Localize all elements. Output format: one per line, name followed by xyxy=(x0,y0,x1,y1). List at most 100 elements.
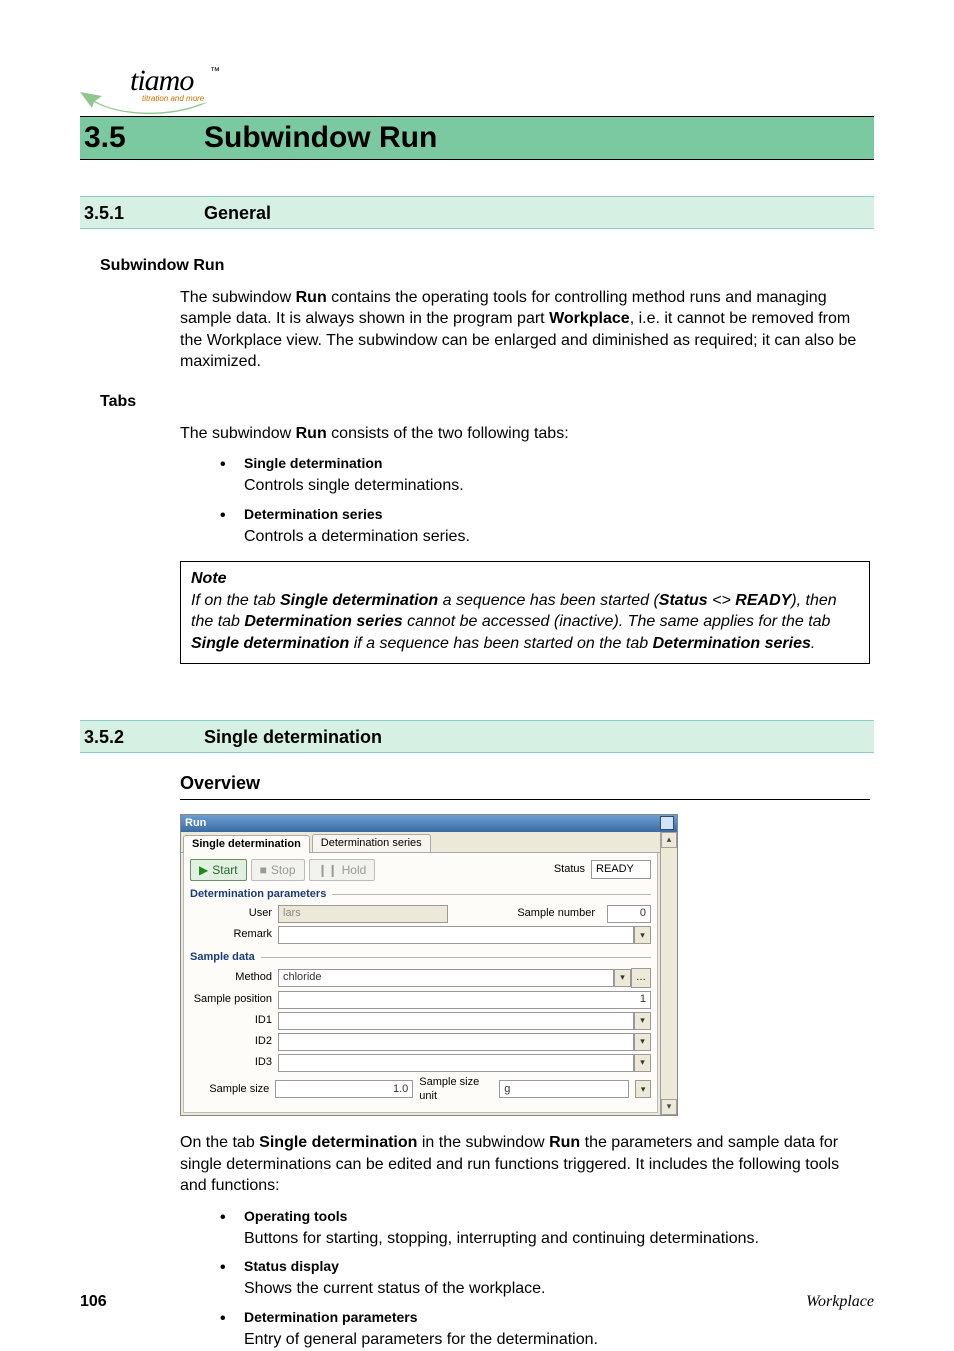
chapter-title: Subwindow Run xyxy=(204,121,437,155)
chapter-number: 3.5 xyxy=(80,121,204,155)
tab-single-determination[interactable]: Single determination xyxy=(183,835,310,853)
page-footer: 106 Workplace xyxy=(80,1293,874,1311)
bullet-mark: • xyxy=(220,505,244,547)
paragraph: On the tab Single determination in the s… xyxy=(180,1132,870,1197)
footer-workplace: Workplace xyxy=(806,1293,874,1311)
tabs-bullet-list: • Single determination Controls single d… xyxy=(220,454,870,547)
hold-button-label: Hold xyxy=(342,862,367,878)
logo-text: tiamo xyxy=(130,64,193,98)
status-label: Status xyxy=(554,862,585,877)
remark-field[interactable] xyxy=(278,926,634,944)
bullet-title: Single determination xyxy=(244,454,870,473)
scroll-down-icon[interactable]: ▾ xyxy=(661,1099,677,1115)
bullet-item: • Operating tools Buttons for starting, … xyxy=(220,1207,870,1249)
bullet-title: Operating tools xyxy=(244,1207,870,1226)
run-bold: Run xyxy=(296,289,327,306)
section1-content: Subwindow Run The subwindow Run contains… xyxy=(180,255,870,664)
note-body: If on the tab Single determination a seq… xyxy=(191,590,859,655)
chapter-heading: 3.5 Subwindow Run xyxy=(80,116,874,160)
logo-subtitle: titration and more xyxy=(142,94,204,103)
window-titlebar: Run xyxy=(181,815,677,832)
vertical-scrollbar[interactable]: ▴ ▾ xyxy=(661,832,677,1115)
remark-label: Remark xyxy=(190,927,278,942)
page-number: 106 xyxy=(80,1293,107,1311)
heading-tabs: Tabs xyxy=(100,391,870,413)
group-determination-parameters: Determination parameters xyxy=(190,887,651,902)
bullet-mark: • xyxy=(220,1308,244,1350)
note-box: Note If on the tab Single determination … xyxy=(180,561,870,663)
bullet-item: • Single determination Controls single d… xyxy=(220,454,870,496)
bullet-desc: Entry of general parameters for the dete… xyxy=(244,1329,870,1351)
brand-logo: tiamo ™ titration and more xyxy=(80,60,220,110)
status-value: READY xyxy=(591,860,651,879)
method-field[interactable]: chloride xyxy=(278,969,614,987)
id2-label: ID2 xyxy=(190,1034,278,1049)
bullet-title: Status display xyxy=(244,1257,870,1276)
sample-position-field[interactable]: 1 xyxy=(278,991,651,1009)
bullet-desc: Buttons for starting, stopping, interrup… xyxy=(244,1228,870,1250)
text: consists of the two following tabs: xyxy=(327,425,569,442)
logo-trademark: ™ xyxy=(210,66,220,77)
sample-size-unit-label: Sample size unit xyxy=(419,1075,493,1105)
section-heading-single-determination: 3.5.2 Single determination xyxy=(80,720,874,753)
paragraph: The subwindow Run contains the operating… xyxy=(180,287,870,373)
dropdown-arrow-icon[interactable]: ▾ xyxy=(634,1033,651,1051)
sample-size-label: Sample size xyxy=(190,1082,275,1097)
bullet-item: • Determination series Controls a determ… xyxy=(220,505,870,547)
section-number: 3.5.1 xyxy=(80,203,204,224)
bullet-desc: Controls a determination series. xyxy=(244,526,870,548)
start-button-label: Start xyxy=(212,862,237,878)
text: The subwindow xyxy=(180,289,296,306)
overview-bullet-list: • Operating tools Buttons for starting, … xyxy=(220,1207,870,1350)
start-button[interactable]: ▶ Start xyxy=(190,859,247,881)
user-label: User xyxy=(190,906,278,921)
workplace-bold: Workplace xyxy=(549,310,630,327)
id1-label: ID1 xyxy=(190,1013,278,1028)
tabs-bar: Single determination Determination serie… xyxy=(181,832,660,853)
run-bold: Run xyxy=(296,425,327,442)
dropdown-arrow-icon[interactable]: ▾ xyxy=(634,926,651,944)
sample-size-field[interactable]: 1.0 xyxy=(275,1080,413,1098)
browse-button[interactable]: … xyxy=(631,968,651,988)
id1-field[interactable] xyxy=(278,1012,634,1030)
dropdown-arrow-icon[interactable]: ▾ xyxy=(634,1012,651,1030)
section-title: Single determination xyxy=(204,727,382,748)
method-label: Method xyxy=(190,970,278,985)
bullet-desc: Controls single determinations. xyxy=(244,475,870,497)
hold-button[interactable]: ❙❙ Hold xyxy=(309,859,376,881)
id3-label: ID3 xyxy=(190,1055,278,1070)
dropdown-arrow-icon[interactable]: ▾ xyxy=(614,969,631,987)
sample-number-label: Sample number xyxy=(517,906,601,921)
bullet-mark: • xyxy=(220,1207,244,1249)
bullet-item: • Determination parameters Entry of gene… xyxy=(220,1308,870,1350)
id2-field[interactable] xyxy=(278,1033,634,1051)
sample-position-label: Sample position xyxy=(190,992,278,1007)
section-title: General xyxy=(204,203,271,224)
sample-size-unit-field[interactable]: g xyxy=(499,1080,629,1098)
section2-content: Overview Run Single determination Determ… xyxy=(180,771,870,1351)
group-sample-data: Sample data xyxy=(190,950,651,965)
bullet-title: Determination series xyxy=(244,505,870,524)
paragraph: The subwindow Run consists of the two fo… xyxy=(180,423,870,445)
stop-button-label: Stop xyxy=(271,862,296,878)
window-control-icon[interactable] xyxy=(661,817,673,829)
user-field: lars xyxy=(278,905,448,923)
play-icon: ▶ xyxy=(199,862,208,878)
id3-field[interactable] xyxy=(278,1054,634,1072)
section-heading-general: 3.5.1 General xyxy=(80,196,874,229)
text: The subwindow xyxy=(180,425,296,442)
dropdown-arrow-icon[interactable]: ▾ xyxy=(634,1054,651,1072)
scroll-up-icon[interactable]: ▴ xyxy=(661,832,677,848)
heading-subwindow-run: Subwindow Run xyxy=(100,255,870,277)
stop-button[interactable]: ■ Stop xyxy=(251,859,305,881)
window-title-text: Run xyxy=(185,816,206,831)
tab-determination-series[interactable]: Determination series xyxy=(312,834,431,852)
document-page: tiamo ™ titration and more 3.5 Subwindow… xyxy=(0,0,954,1351)
section-number: 3.5.2 xyxy=(80,727,204,748)
sample-number-field[interactable]: 0 xyxy=(607,905,651,923)
pause-icon: ❙❙ xyxy=(318,862,338,878)
dropdown-arrow-icon[interactable]: ▾ xyxy=(635,1080,651,1098)
heading-overview: Overview xyxy=(180,771,870,800)
note-label: Note xyxy=(191,568,859,590)
stop-icon: ■ xyxy=(260,862,267,878)
